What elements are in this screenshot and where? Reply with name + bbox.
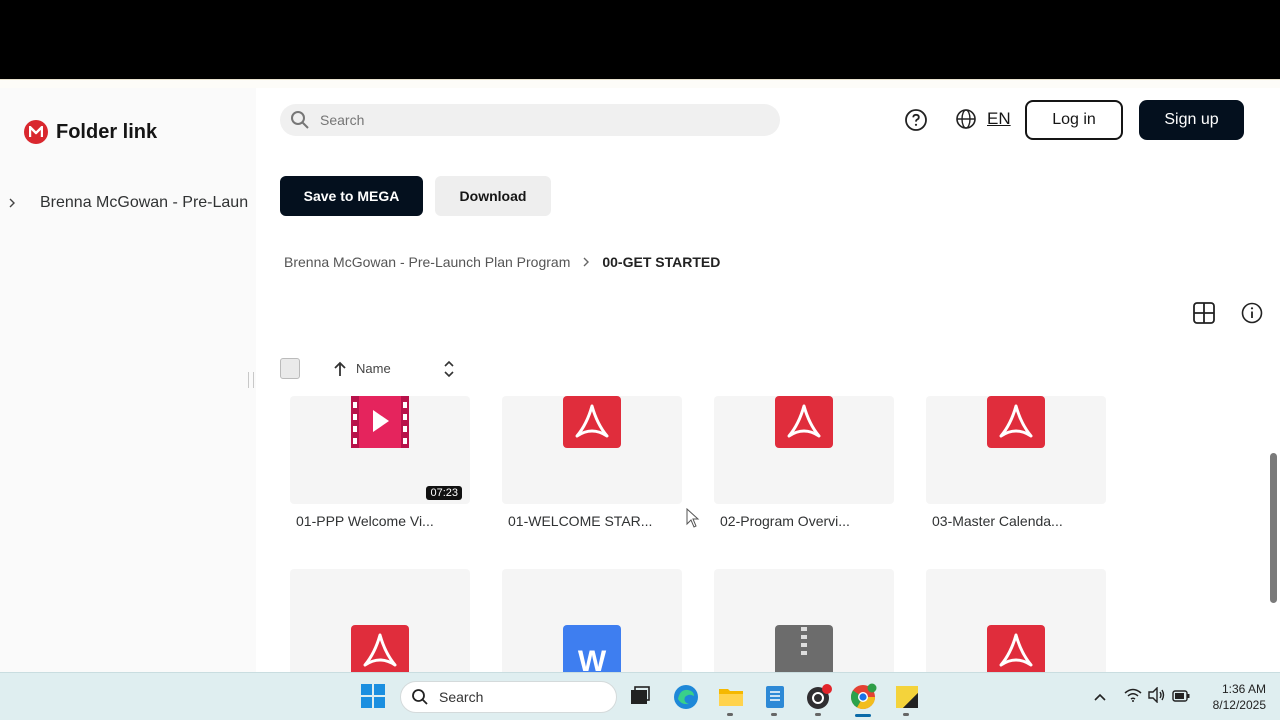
obs-studio-icon[interactable] <box>805 683 833 716</box>
download-button[interactable]: Download <box>435 176 551 216</box>
word-file-icon: W <box>563 625 621 672</box>
file-card[interactable] <box>290 569 470 672</box>
search-input[interactable] <box>320 112 740 128</box>
top-black-bar <box>0 0 1280 79</box>
chrome-browser-icon[interactable] <box>849 683 877 717</box>
video-file-icon <box>351 396 409 448</box>
clock-date: 8/12/2025 <box>1212 698 1266 712</box>
breadcrumb: Brenna McGowan - Pre-Launch Plan Program… <box>284 254 720 270</box>
active-indicator <box>855 714 871 717</box>
clock-time: 1:36 AM <box>1221 682 1266 696</box>
svg-text:W: W <box>578 645 607 672</box>
file-card[interactable] <box>502 396 682 504</box>
sidebar-folder-item[interactable]: Brenna McGowan - Pre-Launch Plan Program <box>8 192 248 214</box>
mega-logo-icon <box>24 120 48 144</box>
system-tray <box>1093 686 1190 708</box>
taskbar-search-label: Search <box>439 689 484 705</box>
pdf-file-icon <box>987 396 1045 448</box>
file-name[interactable]: 01-WELCOME STAR... <box>508 513 652 529</box>
task-view-icon[interactable] <box>627 683 655 711</box>
file-card[interactable] <box>714 396 894 504</box>
breadcrumb-parent[interactable]: Brenna McGowan - Pre-Launch Plan Program <box>284 254 570 270</box>
sidebar: Folder link Brenna McGowan - Pre-Launch … <box>0 88 256 672</box>
volume-icon[interactable] <box>1148 686 1166 708</box>
grid-view-icon[interactable] <box>1192 301 1216 330</box>
chevron-right-icon[interactable] <box>8 198 16 208</box>
app-title: Folder link <box>56 120 158 143</box>
arrow-up-icon[interactable] <box>333 361 347 382</box>
help-icon[interactable] <box>904 108 928 137</box>
pdf-file-icon <box>563 396 621 448</box>
pdf-file-icon <box>775 396 833 448</box>
pdf-file-icon <box>351 625 409 672</box>
language-selector[interactable]: EN <box>955 108 1011 130</box>
save-to-mega-button[interactable]: Save to MEGA <box>280 176 423 216</box>
windows-taskbar: Search 1:36 AM 8/12/2025 <box>0 672 1280 720</box>
chevron-right-icon <box>582 256 590 268</box>
file-card[interactable] <box>926 569 1106 672</box>
file-card[interactable]: W <box>502 569 682 672</box>
language-label[interactable]: EN <box>987 109 1011 129</box>
top-strip <box>0 79 1280 88</box>
file-card[interactable]: 07:23 <box>290 396 470 504</box>
search-bar[interactable] <box>280 104 780 136</box>
running-indicator <box>771 713 777 716</box>
file-explorer-icon[interactable] <box>717 683 745 716</box>
breadcrumb-current: 00-GET STARTED <box>602 254 721 270</box>
running-indicator <box>815 713 821 716</box>
login-button[interactable]: Log in <box>1025 100 1123 140</box>
info-icon[interactable] <box>1241 302 1263 329</box>
sticky-notes-icon[interactable] <box>893 683 921 716</box>
signup-button[interactable]: Sign up <box>1139 100 1244 140</box>
zip-file-icon <box>775 625 833 672</box>
chevron-up-icon[interactable] <box>1093 689 1107 707</box>
mega-folder-link-page: Folder link Brenna McGowan - Pre-Launch … <box>0 88 1280 672</box>
sidebar-resize-handle[interactable] <box>248 372 254 388</box>
notepad-icon[interactable] <box>761 683 789 716</box>
running-indicator <box>727 713 733 716</box>
taskbar-search[interactable]: Search <box>400 681 617 713</box>
file-name[interactable]: 03-Master Calenda... <box>932 513 1063 529</box>
scrollbar-thumb[interactable] <box>1270 453 1277 603</box>
file-name[interactable]: 01-PPP Welcome Vi... <box>296 513 434 529</box>
file-name[interactable]: 02-Program Overvi... <box>720 513 850 529</box>
edge-browser-icon[interactable] <box>672 683 700 711</box>
taskbar-clock[interactable]: 1:36 AM 8/12/2025 <box>1196 681 1266 713</box>
wifi-icon[interactable] <box>1124 688 1142 707</box>
sidebar-item-label: Brenna McGowan - Pre-Launch Plan Program <box>40 194 248 211</box>
file-card[interactable] <box>714 569 894 672</box>
running-indicator <box>903 713 909 716</box>
select-all-checkbox[interactable] <box>280 358 300 379</box>
video-duration: 07:23 <box>426 486 462 500</box>
logo[interactable]: Folder link <box>24 120 157 144</box>
search-icon <box>291 111 309 129</box>
battery-icon[interactable] <box>1172 689 1190 707</box>
sort-toggle-icon[interactable] <box>443 360 455 383</box>
file-card[interactable] <box>926 396 1106 504</box>
sort-column-name[interactable]: Name <box>356 361 391 376</box>
pdf-file-icon <box>987 625 1045 672</box>
search-icon <box>412 689 428 705</box>
windows-start-icon[interactable] <box>360 683 388 711</box>
mouse-cursor-icon <box>686 507 700 533</box>
globe-icon <box>956 109 976 129</box>
